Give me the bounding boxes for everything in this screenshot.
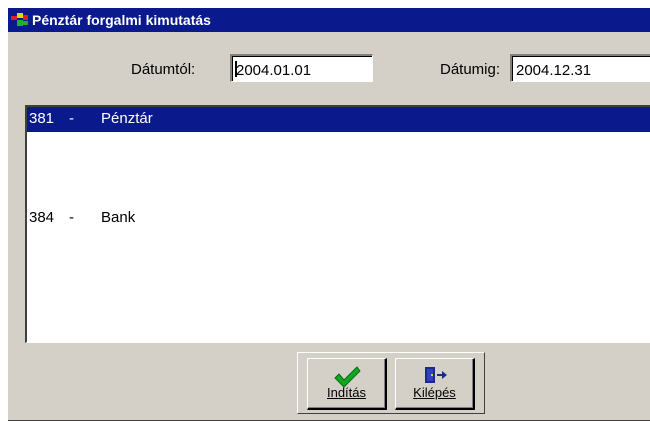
button-panel: Indítás Kilépés — [297, 352, 485, 414]
account-code: 381 — [29, 110, 55, 127]
separator-dash: - — [69, 110, 74, 127]
account-name: Pénztár — [101, 110, 153, 127]
report-window: Pénztár forgalmi kimutatás Dátumtól: Dát… — [8, 8, 650, 421]
date-to-label: Dátumig: — [440, 61, 501, 78]
start-button-label: Indítás — [326, 385, 367, 400]
window-title: Pénztár forgalmi kimutatás — [32, 12, 211, 28]
title-bar[interactable]: Pénztár forgalmi kimutatás — [8, 8, 650, 32]
start-button[interactable]: Indítás — [307, 358, 387, 410]
exit-button[interactable]: Kilépés — [395, 358, 475, 410]
account-name: Bank — [101, 209, 136, 226]
date-to-input[interactable] — [510, 54, 650, 82]
text-cursor — [235, 61, 237, 77]
date-from-input[interactable] — [230, 54, 373, 82]
exit-button-label: Kilépés — [413, 385, 456, 400]
account-list[interactable]: 381 - Pénztár 384 - Bank — [25, 105, 650, 343]
list-item[interactable]: 381 - Pénztár — [27, 107, 650, 132]
exit-door-icon — [424, 367, 447, 383]
list-item[interactable]: 384 - Bank — [27, 206, 650, 231]
traffic-light-app-icon — [11, 13, 28, 26]
account-code: 384 — [29, 209, 55, 226]
separator-dash: - — [69, 209, 74, 226]
date-from-label: Dátumtól: — [131, 61, 196, 78]
